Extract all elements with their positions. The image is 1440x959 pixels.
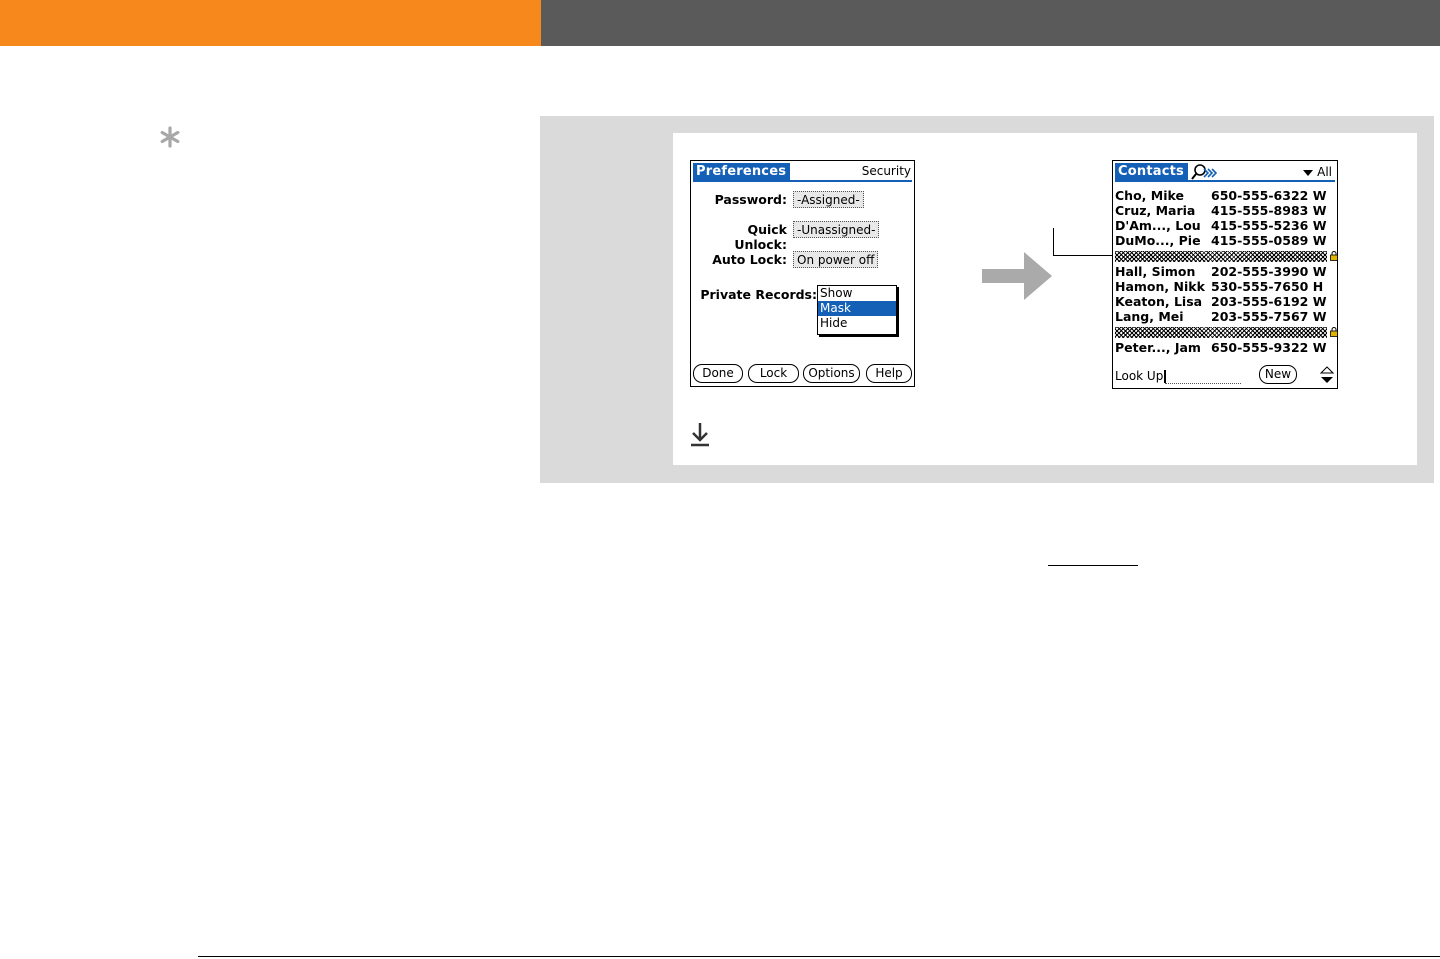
contact-name: DuMo..., Pie	[1115, 233, 1201, 248]
lock-icon	[1330, 251, 1338, 261]
lookup-label: Look Up:	[1115, 369, 1168, 383]
contacts-title: Contacts	[1115, 163, 1188, 181]
password-trigger[interactable]: -Assigned-	[793, 191, 864, 208]
category-picker[interactable]: All	[1303, 165, 1332, 179]
contact-name: Peter..., Jam	[1115, 340, 1201, 355]
contact-row[interactable]: Hall, Simon 202-555-3990 W	[1115, 264, 1335, 279]
contact-phone: 415-555-5236 W	[1211, 218, 1327, 233]
help-button[interactable]: Help	[866, 364, 912, 383]
popup-option-hide[interactable]: Hide	[818, 316, 896, 331]
footer-rule	[198, 956, 1440, 957]
masked-record[interactable]	[1115, 327, 1327, 338]
contact-row[interactable]: D'Am..., Lou 415-555-5236 W	[1115, 218, 1335, 233]
category-label: All	[1317, 165, 1332, 179]
text-cursor	[1164, 370, 1166, 383]
quick-unlock-label: Quick Unlock:	[734, 222, 787, 252]
contact-row[interactable]: Keaton, Lisa 203-555-6192 W	[1115, 294, 1335, 309]
contact-phone: 203-555-7567 W	[1211, 309, 1327, 324]
contact-phone: 415-555-0589 W	[1211, 233, 1327, 248]
contact-name: Keaton, Lisa	[1115, 294, 1203, 309]
contact-row[interactable]: Cruz, Maria 415-555-8983 W	[1115, 203, 1335, 218]
title-underline	[693, 180, 912, 182]
dropdown-triangle-icon	[1303, 169, 1314, 176]
lock-icon	[1330, 327, 1338, 337]
header-orange-bar	[0, 0, 541, 46]
link-underline[interactable]	[1048, 565, 1138, 566]
contact-phone: 530-555-7650 H	[1211, 279, 1324, 294]
quick-find-icon	[1191, 164, 1218, 180]
preferences-screenshot: Preferences Security Password: -Assigned…	[690, 160, 915, 387]
contacts-screenshot: Contacts All Cho, Mike 650-555-6322 W Cru…	[1112, 160, 1338, 389]
password-label: Password:	[714, 192, 787, 207]
callout-line	[1053, 228, 1054, 255]
contact-phone: 202-555-3990 W	[1211, 264, 1327, 279]
contact-name: Hall, Simon	[1115, 264, 1196, 279]
scroll-arrows-icon[interactable]	[1319, 365, 1335, 385]
popup-option-mask[interactable]: Mask	[818, 301, 896, 316]
options-button[interactable]: Options	[803, 364, 860, 383]
quick-unlock-trigger[interactable]: -Unassigned-	[793, 221, 880, 238]
contact-phone: 203-555-6192 W	[1211, 294, 1327, 309]
contact-row[interactable]: DuMo..., Pie 415-555-0589 W	[1115, 233, 1335, 248]
contact-row[interactable]: Peter..., Jam 650-555-9322 W	[1115, 340, 1335, 355]
contact-name: Hamon, Nikk	[1115, 279, 1205, 294]
contact-row[interactable]: Hamon, Nikk 530-555-7650 H	[1115, 279, 1335, 294]
done-button[interactable]: Done	[693, 364, 743, 383]
new-button[interactable]: New	[1259, 365, 1297, 384]
contact-name: D'Am..., Lou	[1115, 218, 1201, 233]
masked-record[interactable]	[1115, 251, 1327, 262]
popup-option-show[interactable]: Show	[818, 286, 896, 301]
contact-name: Cruz, Maria	[1115, 203, 1196, 218]
contact-phone: 650-555-6322 W	[1211, 188, 1327, 203]
asterisk-icon	[158, 125, 182, 149]
contact-phone: 650-555-9322 W	[1211, 340, 1327, 355]
contact-name: Cho, Mike	[1115, 188, 1184, 203]
auto-lock-trigger[interactable]: On power off	[793, 251, 879, 268]
right-arrow-icon	[982, 252, 1052, 300]
security-section-label: Security	[861, 164, 911, 178]
contact-row[interactable]: Cho, Mike 650-555-6322 W	[1115, 188, 1335, 203]
callout-line	[1053, 255, 1113, 256]
contact-phone: 415-555-8983 W	[1211, 203, 1327, 218]
auto-lock-label: Auto Lock:	[712, 252, 787, 267]
preferences-title: Preferences	[693, 163, 791, 181]
contact-row[interactable]: Lang, Mei 203-555-7567 W	[1115, 309, 1335, 324]
lock-button[interactable]: Lock	[748, 364, 799, 383]
download-arrow-icon	[691, 423, 709, 447]
title-underline	[1115, 180, 1335, 182]
private-records-popup[interactable]: Show Mask Hide	[817, 285, 897, 335]
private-records-label: Private Records:	[700, 287, 817, 302]
contact-name: Lang, Mei	[1115, 309, 1184, 324]
lookup-input[interactable]	[1165, 383, 1241, 384]
header-gray-bar	[541, 0, 1440, 46]
